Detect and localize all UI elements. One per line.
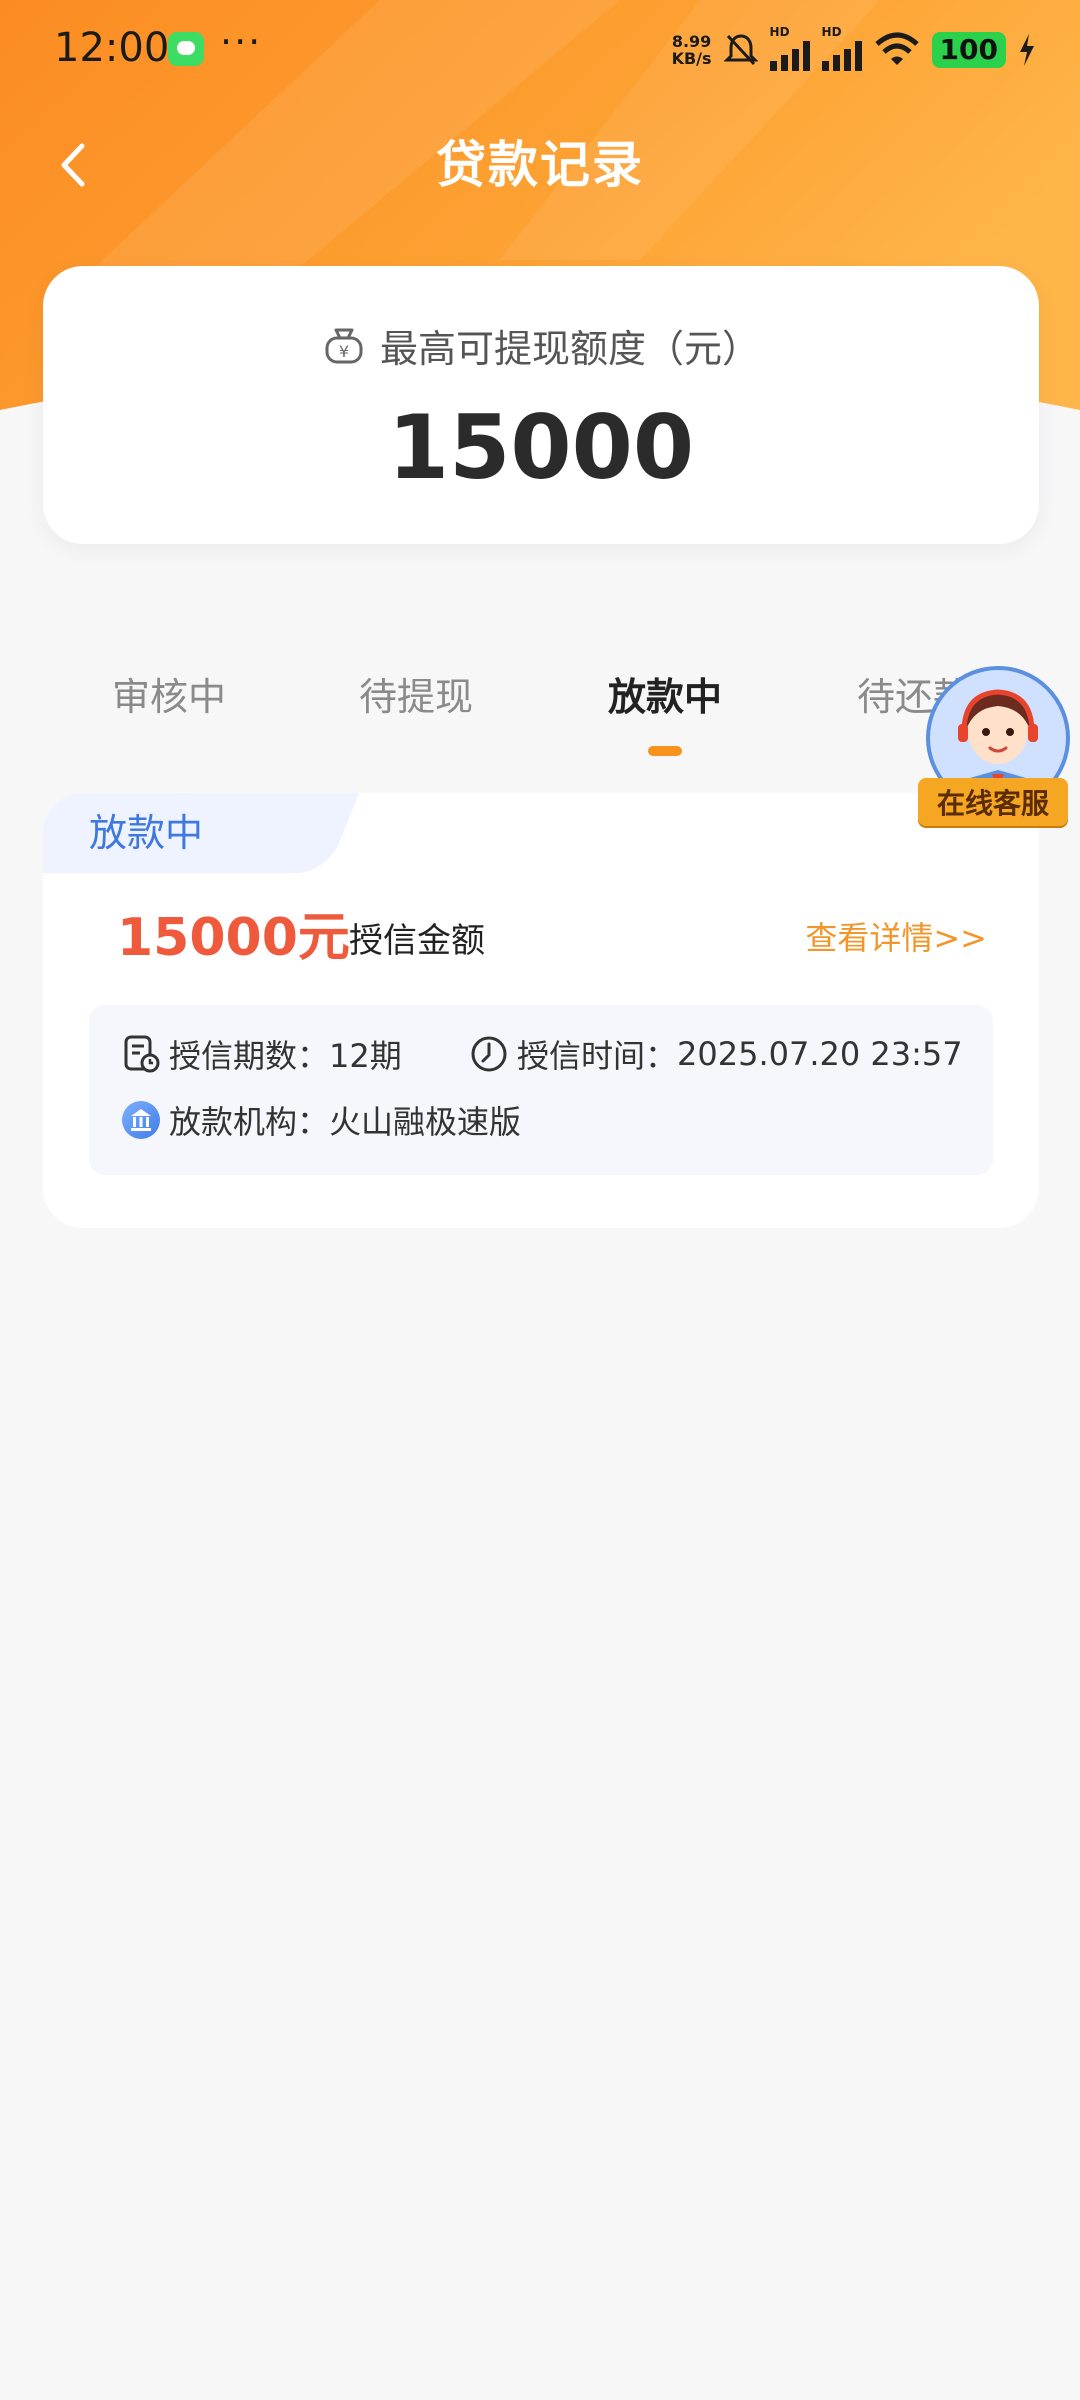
- view-details-link[interactable]: 查看详情>>: [805, 913, 987, 963]
- more-notifications-icon: ···: [220, 20, 263, 64]
- signal-sim2-icon: HD: [821, 25, 862, 71]
- credit-period-row: 授信期数： 12期: [121, 1031, 402, 1077]
- institution-row: 放款机构： 火山融极速版: [121, 1097, 521, 1143]
- quota-card: ¥ 最高可提现额度（元） 15000: [43, 266, 1039, 544]
- charging-icon: [1020, 34, 1034, 66]
- institution-label: 放款机构：: [169, 1103, 330, 1141]
- quota-label: 最高可提现额度（元）: [379, 327, 760, 371]
- status-time: 12:00: [54, 25, 170, 71]
- online-customer-service-button[interactable]: 在线客服: [912, 666, 1080, 846]
- document-clock-icon: [124, 1035, 160, 1073]
- tab-disbursing[interactable]: 放款中: [608, 660, 722, 734]
- loan-info-box: 授信期数： 12期 授信时间： 2025.07.20 23:57 放款机构： 火…: [89, 1005, 993, 1175]
- status-right-group: 8.99 KB/s HD HD 100: [671, 25, 1036, 72]
- navigation-bar: 贷款记录: [0, 110, 1080, 220]
- credit-period-value: 12期: [329, 1037, 402, 1075]
- battery-indicator: 100: [931, 32, 1006, 68]
- customer-service-avatar-icon: [926, 666, 1070, 796]
- quota-value: 15000: [387, 396, 695, 499]
- quota-label-row: ¥ 最高可提现额度（元）: [43, 318, 1039, 373]
- credit-period-label: 授信期数：: [169, 1037, 330, 1075]
- customer-service-ribbon: 在线客服: [918, 778, 1068, 826]
- loan-record-card[interactable]: 放款中 15000元 授信金额 查看详情>> 授信期数： 12期 授信时间： 2…: [43, 793, 1039, 1228]
- credit-amount-label: 授信金额: [349, 921, 485, 961]
- credit-time-value: 2025.07.20 23:57: [677, 1035, 963, 1073]
- tab-reviewing[interactable]: 审核中: [112, 660, 226, 734]
- credit-amount: 15000元: [117, 908, 350, 968]
- bank-icon: [122, 1101, 160, 1139]
- active-tab-indicator: [648, 746, 682, 756]
- status-tag-label: 放款中: [89, 811, 204, 855]
- mute-bell-icon: [723, 34, 758, 66]
- customer-service-label: 在线客服: [936, 787, 1049, 820]
- svg-text:¥: ¥: [339, 342, 349, 361]
- signal-sim1-icon: HD: [769, 25, 810, 71]
- message-notification-icon: [168, 32, 204, 66]
- clock-icon: [471, 1036, 507, 1072]
- wifi-icon: [874, 32, 919, 65]
- page-title: 贷款记录: [436, 136, 644, 194]
- credit-time-label: 授信时间：: [517, 1037, 678, 1075]
- status-bar: 12:00 ··· 8.99 KB/s HD HD 100: [0, 0, 1080, 96]
- tab-pending-withdrawal[interactable]: 待提现: [359, 660, 473, 734]
- money-bag-icon: ¥: [325, 328, 363, 363]
- network-speed: 8.99 KB/s: [671, 32, 712, 68]
- institution-value: 火山融极速版: [329, 1103, 522, 1141]
- credit-time-row: 授信时间： 2025.07.20 23:57: [469, 1031, 963, 1077]
